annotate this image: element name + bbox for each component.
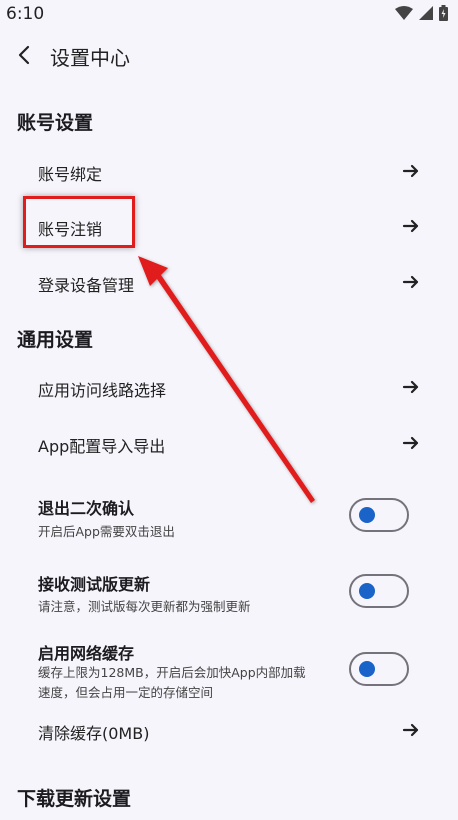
exit-confirm-desc: 开启后App需要双击退出	[38, 524, 175, 539]
status-bar: 6:10	[0, 0, 458, 30]
back-button[interactable]	[12, 38, 36, 72]
account-binding-row[interactable]: 账号绑定	[0, 149, 458, 195]
toggle-knob	[359, 507, 375, 523]
arrow-right-icon	[402, 219, 419, 233]
exit-confirm-title: 退出二次确认	[38, 499, 135, 518]
arrow-right-icon	[402, 275, 419, 289]
beta-update-desc: 请注意，测试版每次更新都为强制更新	[38, 599, 251, 614]
clear-cache-row[interactable]: 清除缓存(0MB)	[0, 708, 458, 754]
network-cache-title: 启用网络缓存	[38, 644, 135, 663]
section-title-account: 账号设置	[17, 112, 94, 134]
page-title: 设置中心	[50, 46, 130, 70]
battery-icon	[439, 5, 448, 21]
device-management-label: 登录设备管理	[38, 276, 135, 295]
toggle-knob	[359, 583, 375, 599]
clear-cache-label: 清除缓存(0MB)	[38, 724, 150, 743]
network-cache-desc: 缓存上限为128MB，开启后会加快App内部加载速度，但会占用一定的存储空间	[38, 665, 306, 700]
back-arrow-icon	[18, 45, 30, 65]
section-title-general: 通用设置	[17, 329, 94, 351]
arrow-right-icon	[402, 723, 419, 737]
status-time: 6:10	[6, 4, 45, 24]
config-import-export-label: App配置导入导出	[38, 437, 166, 456]
network-cache-toggle[interactable]	[349, 652, 409, 686]
beta-update-row: 接收测试版更新 请注意，测试版每次更新都为强制更新	[0, 566, 458, 626]
wifi-icon	[395, 6, 413, 20]
exit-confirm-toggle[interactable]	[349, 498, 409, 532]
signal-icon	[419, 6, 433, 20]
status-icons	[395, 5, 448, 21]
app-bar: 设置中心	[0, 30, 458, 82]
account-binding-label: 账号绑定	[38, 165, 103, 184]
arrow-right-icon	[402, 164, 419, 178]
config-import-export-row[interactable]: App配置导入导出	[0, 421, 458, 467]
network-cache-row: 启用网络缓存 缓存上限为128MB，开启后会加快App内部加载速度，但会占用一定…	[0, 636, 458, 706]
device-management-row[interactable]: 登录设备管理	[0, 260, 458, 306]
route-select-row[interactable]: 应用访问线路选择	[0, 365, 458, 411]
beta-update-title: 接收测试版更新	[38, 575, 151, 594]
exit-confirm-row: 退出二次确认 开启后App需要双击退出	[0, 490, 458, 550]
toggle-knob	[359, 661, 375, 677]
arrow-right-icon	[402, 436, 419, 450]
route-select-label: 应用访问线路选择	[38, 381, 167, 400]
highlight-box	[23, 196, 135, 248]
beta-update-toggle[interactable]	[349, 574, 409, 608]
section-title-download: 下载更新设置	[17, 788, 132, 810]
arrow-right-icon	[402, 380, 419, 394]
